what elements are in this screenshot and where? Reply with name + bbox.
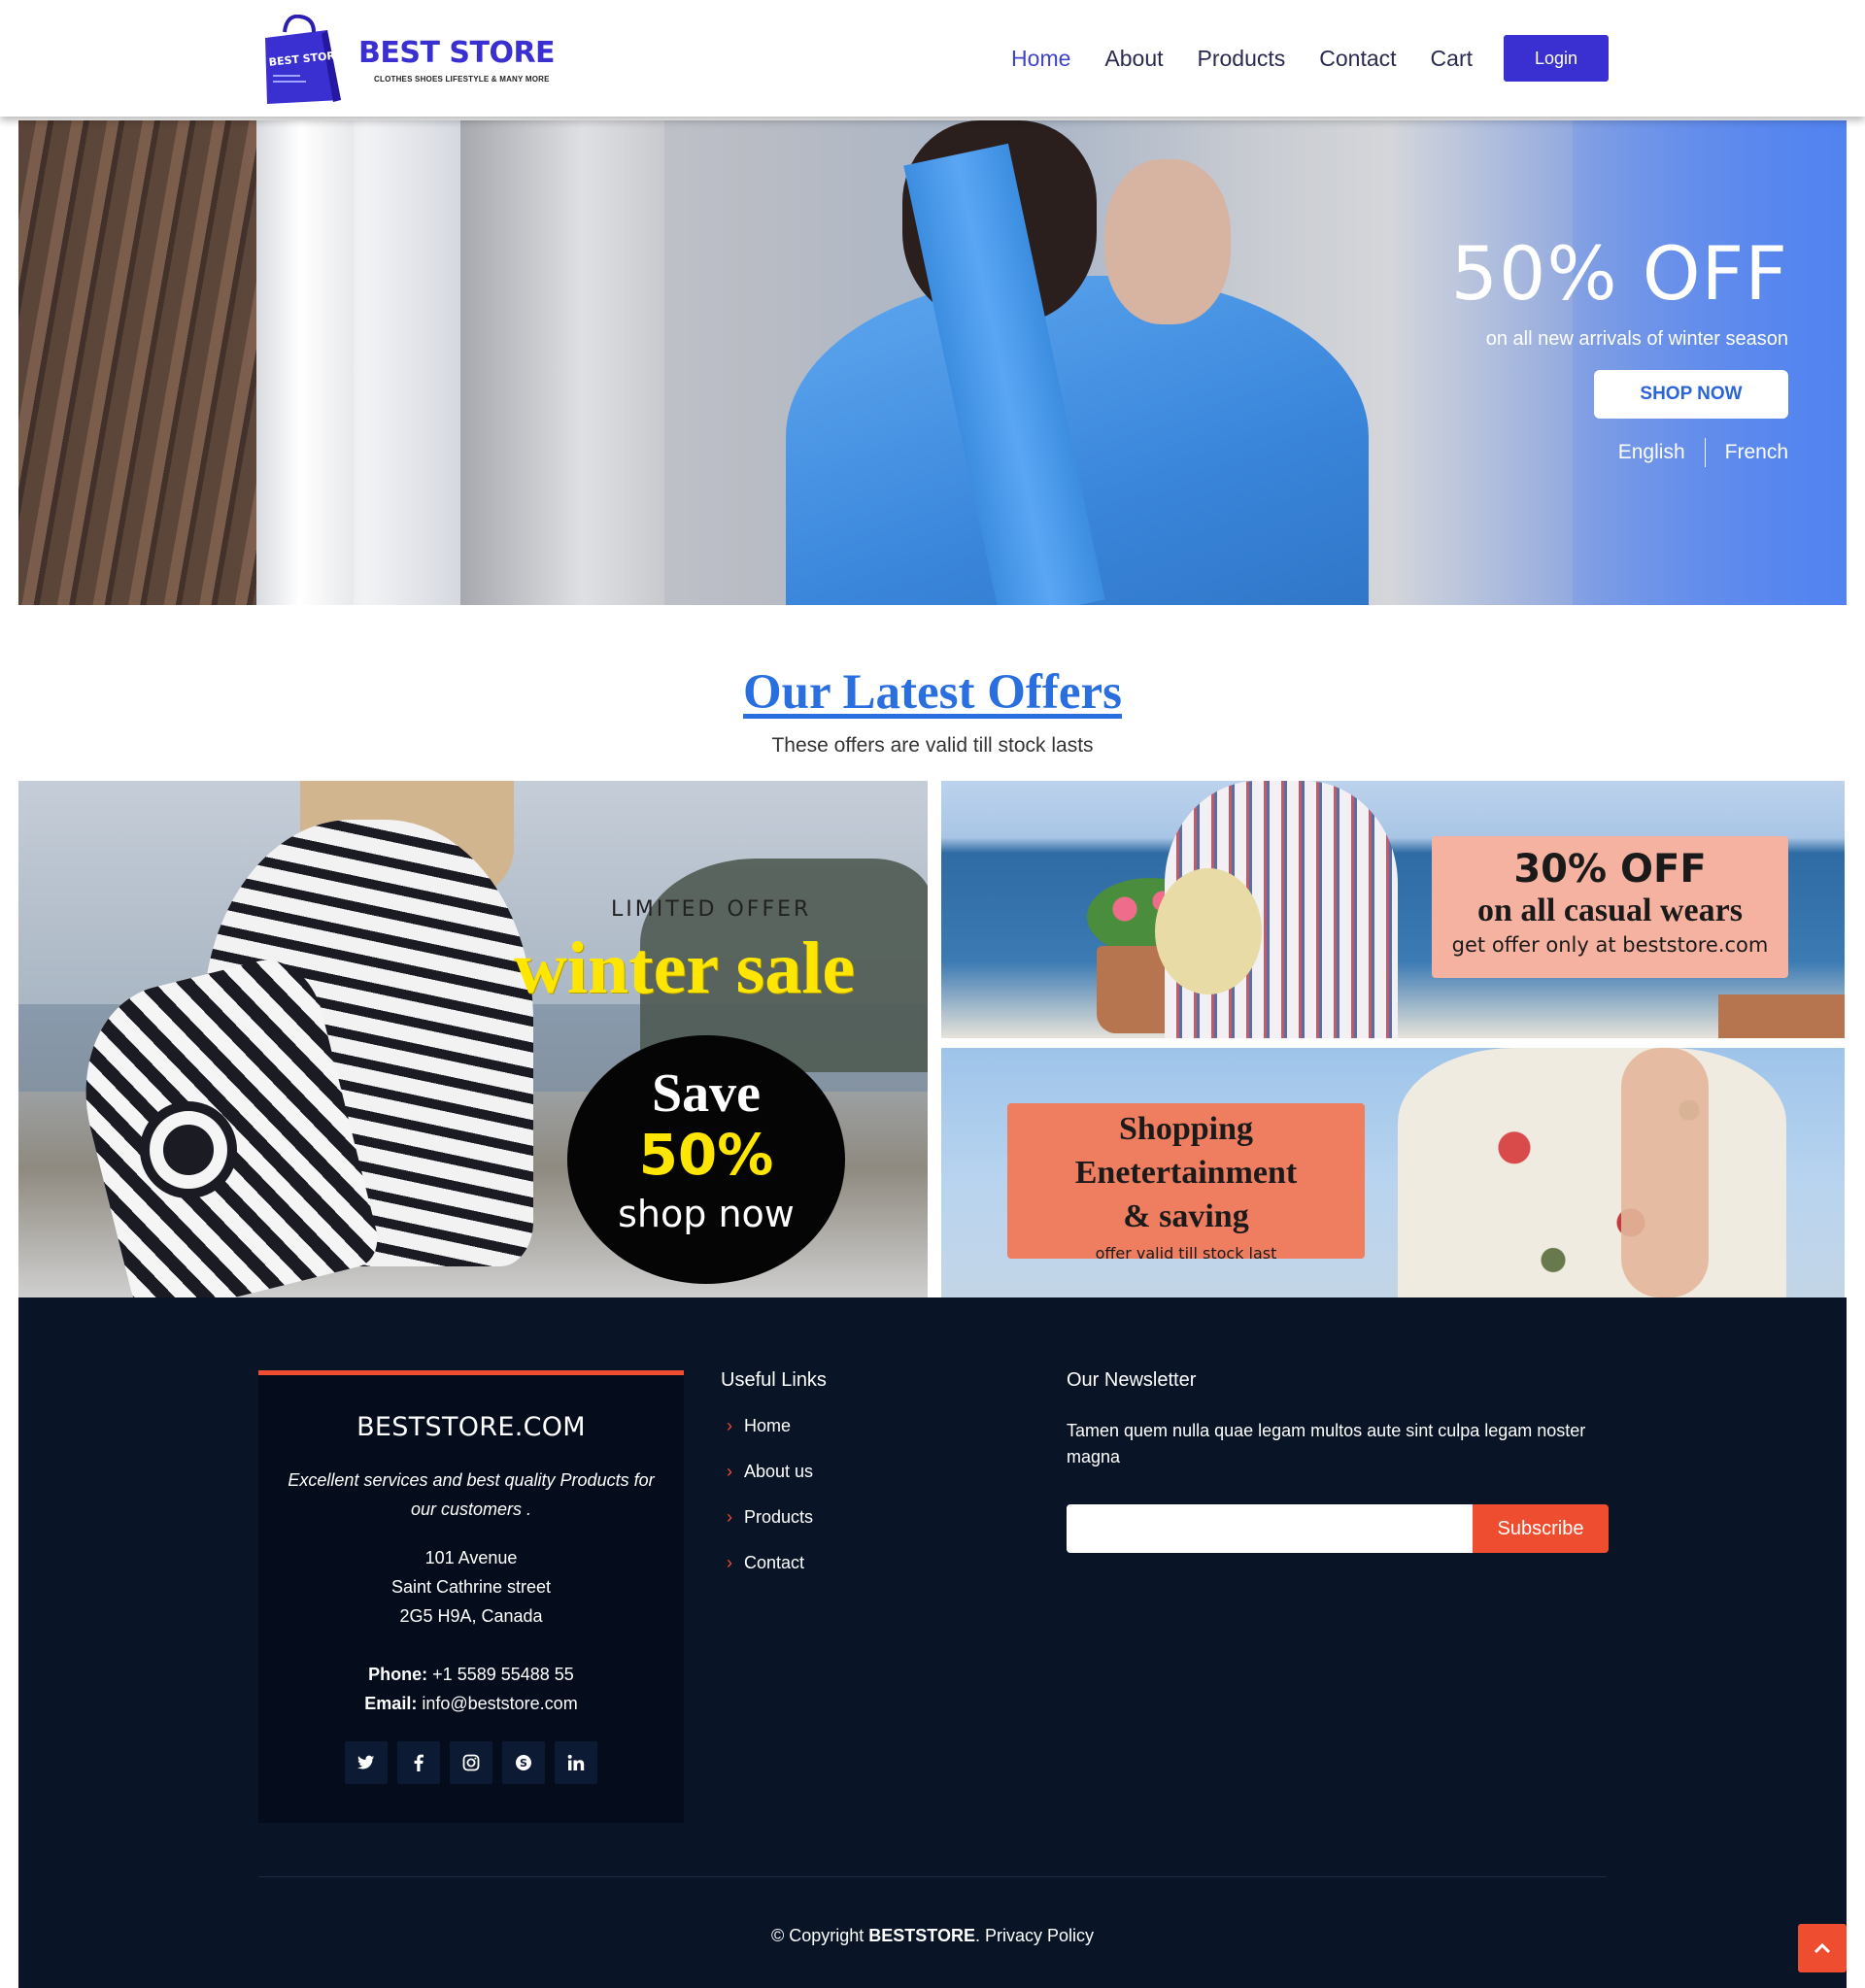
- shopping-bag-logo-icon: BEST STORE: [265, 15, 343, 104]
- language-french[interactable]: French: [1725, 441, 1788, 464]
- address-line-1: 101 Avenue: [424, 1548, 518, 1567]
- offer-winter-sale[interactable]: LIMITED OFFER winter sale Save 50% shop …: [18, 781, 928, 1297]
- hero-model-face: [1104, 159, 1231, 324]
- hero-banner: 50% OFF on all new arrivals of winter se…: [18, 120, 1847, 605]
- offer-floral-arm: [1621, 1048, 1709, 1297]
- site-footer: BESTSTORE.COM Excellent services and bes…: [18, 1297, 1847, 1988]
- privacy-policy-link[interactable]: . Privacy Policy: [975, 1926, 1094, 1945]
- useful-links-list: › Home › About us › Products › Contact: [727, 1416, 813, 1599]
- nav-contact[interactable]: Contact: [1319, 46, 1396, 72]
- copyright-brand: BESTSTORE: [868, 1926, 975, 1945]
- hero-subtitle: on all new arrivals of winter season: [1485, 328, 1788, 350]
- offer-casual-card: 30% OFF on all casual wears get offer on…: [1432, 836, 1788, 978]
- footer-link-home[interactable]: › Home: [727, 1416, 813, 1462]
- offer-casual-title: 30% OFF: [1513, 847, 1707, 892]
- chevron-right-icon: ›: [727, 1507, 732, 1527]
- footer-link-products[interactable]: › Products: [727, 1507, 813, 1553]
- footer-link-contact[interactable]: › Contact: [727, 1553, 813, 1599]
- phone-value: +1 5589 55488 55: [432, 1665, 574, 1684]
- offer-winter-kicker: LIMITED OFFER: [611, 897, 812, 922]
- logo-tagline: CLOTHES SHOES LIFESTYLE & MANY MORE: [374, 75, 550, 84]
- footer-contact: Phone: +1 5589 55488 55 Email: info@best…: [258, 1660, 684, 1718]
- badge-percent-text: 50%: [638, 1122, 774, 1188]
- language-english[interactable]: English: [1618, 441, 1685, 464]
- address-line-2: Saint Cathrine street: [390, 1577, 552, 1597]
- logo-title: BEST STORE: [358, 36, 556, 70]
- footer-phone: Phone: +1 5589 55488 55: [258, 1660, 684, 1689]
- footer-link-label: About us: [744, 1462, 814, 1481]
- footer-link-label: Products: [744, 1507, 814, 1527]
- nav-cart[interactable]: Cart: [1431, 46, 1473, 72]
- useful-links-title: Useful Links: [721, 1369, 827, 1391]
- email-label: Email:: [364, 1694, 418, 1713]
- offer-shopping-note: offer valid till stock last: [1095, 1244, 1277, 1263]
- nav-home[interactable]: Home: [1011, 46, 1070, 72]
- offer-winter-headline: winter sale: [514, 927, 856, 1009]
- offer-shopping-line1: Shopping: [1119, 1111, 1253, 1147]
- offer-winter-badge: Save 50% shop now: [567, 1035, 845, 1284]
- back-to-top-button[interactable]: [1798, 1924, 1847, 1972]
- footer-link-about[interactable]: › About us: [727, 1462, 813, 1507]
- footer-link-label: Home: [744, 1416, 792, 1435]
- offers-subtitle: These offers are valid till stock lasts: [771, 734, 1094, 757]
- footer-brand-description: Excellent services and best quality Prod…: [288, 1470, 655, 1519]
- newsletter-title: Our Newsletter: [1067, 1369, 1197, 1391]
- skype-icon[interactable]: S: [502, 1741, 545, 1784]
- facebook-icon[interactable]: [397, 1741, 440, 1784]
- phone-label: Phone:: [368, 1665, 428, 1684]
- instagram-icon[interactable]: [450, 1741, 492, 1784]
- copyright-prefix: © Copyright: [770, 1926, 865, 1945]
- address-line-3: 2G5 H9A, Canada: [399, 1606, 543, 1626]
- offers-title: Our Latest Offers: [743, 665, 1122, 720]
- footer-brand-name: BESTSTORE.COM: [356, 1412, 586, 1442]
- twitter-icon[interactable]: [345, 1741, 388, 1784]
- email-value[interactable]: info@beststore.com: [422, 1694, 577, 1713]
- offer-shopping-entertainment[interactable]: Shopping Enetertainment & saving offer v…: [941, 1048, 1845, 1297]
- hero-clothing-rack: [18, 120, 256, 605]
- newsletter-text: Tamen quem nulla quae legam multos aute …: [1067, 1421, 1586, 1466]
- social-links: S: [258, 1741, 684, 1784]
- language-divider: [1704, 438, 1706, 467]
- footer-brand-box: BESTSTORE.COM Excellent services and bes…: [258, 1370, 684, 1823]
- badge-save-text: Save: [652, 1063, 761, 1124]
- footer-address: 101 Avenue Saint Cathrine street 2G5 H9A…: [258, 1543, 684, 1631]
- subscribe-button[interactable]: Subscribe: [1473, 1504, 1609, 1553]
- chevron-right-icon: ›: [727, 1462, 732, 1481]
- offer-floral-dress: [1398, 1048, 1786, 1297]
- offer-casual-wears[interactable]: 30% OFF on all casual wears get offer on…: [941, 781, 1845, 1038]
- copyright: © Copyright BESTSTORE. Privacy Policy: [18, 1926, 1847, 1946]
- nav-about[interactable]: About: [1104, 46, 1163, 72]
- login-button[interactable]: Login: [1504, 35, 1609, 82]
- language-switcher: English French: [1451, 438, 1788, 467]
- offer-shopping-line3: & saving: [1123, 1198, 1249, 1234]
- offer-shopping-line2: Enetertainment: [1074, 1155, 1298, 1191]
- chevron-right-icon: ›: [727, 1553, 732, 1572]
- site-logo[interactable]: BEST STORE BEST STORE CLOTHES SHOES LIFE…: [257, 15, 559, 107]
- offer-shopping-card: Shopping Enetertainment & saving offer v…: [1007, 1103, 1365, 1263]
- badge-shop-now-text: shop now: [618, 1193, 795, 1235]
- offer-casual-pot-right: [1718, 994, 1845, 1038]
- hero-mirror: [460, 120, 664, 605]
- site-header: BEST STORE BEST STORE CLOTHES SHOES LIFE…: [0, 0, 1865, 117]
- shop-now-button[interactable]: SHOP NOW: [1594, 370, 1788, 419]
- offer-casual-note: get offer only at beststore.com: [1451, 933, 1769, 957]
- offer-casual-hat: [1155, 868, 1262, 994]
- linkedin-icon[interactable]: [555, 1741, 597, 1784]
- hero-title: 50% OFF: [1450, 230, 1788, 317]
- hero-content: 50% OFF on all new arrivals of winter se…: [1451, 237, 1788, 467]
- chevron-right-icon: ›: [727, 1416, 732, 1435]
- offer-winter-bag-ring: [150, 1111, 227, 1189]
- svg-text:S: S: [520, 1757, 527, 1769]
- chevron-up-icon: [1814, 1942, 1831, 1954]
- nav-products[interactable]: Products: [1198, 46, 1286, 72]
- newsletter-form: Subscribe: [1067, 1504, 1609, 1555]
- footer-email: Email: info@beststore.com: [258, 1689, 684, 1718]
- newsletter-email-input[interactable]: [1067, 1504, 1473, 1553]
- hero-door: [256, 120, 354, 605]
- offer-casual-subtitle: on all casual wears: [1477, 893, 1743, 928]
- footer-divider: [258, 1876, 1607, 1877]
- main-nav: Home About Products Contact Cart Login: [977, 35, 1609, 82]
- footer-link-label: Contact: [744, 1553, 805, 1572]
